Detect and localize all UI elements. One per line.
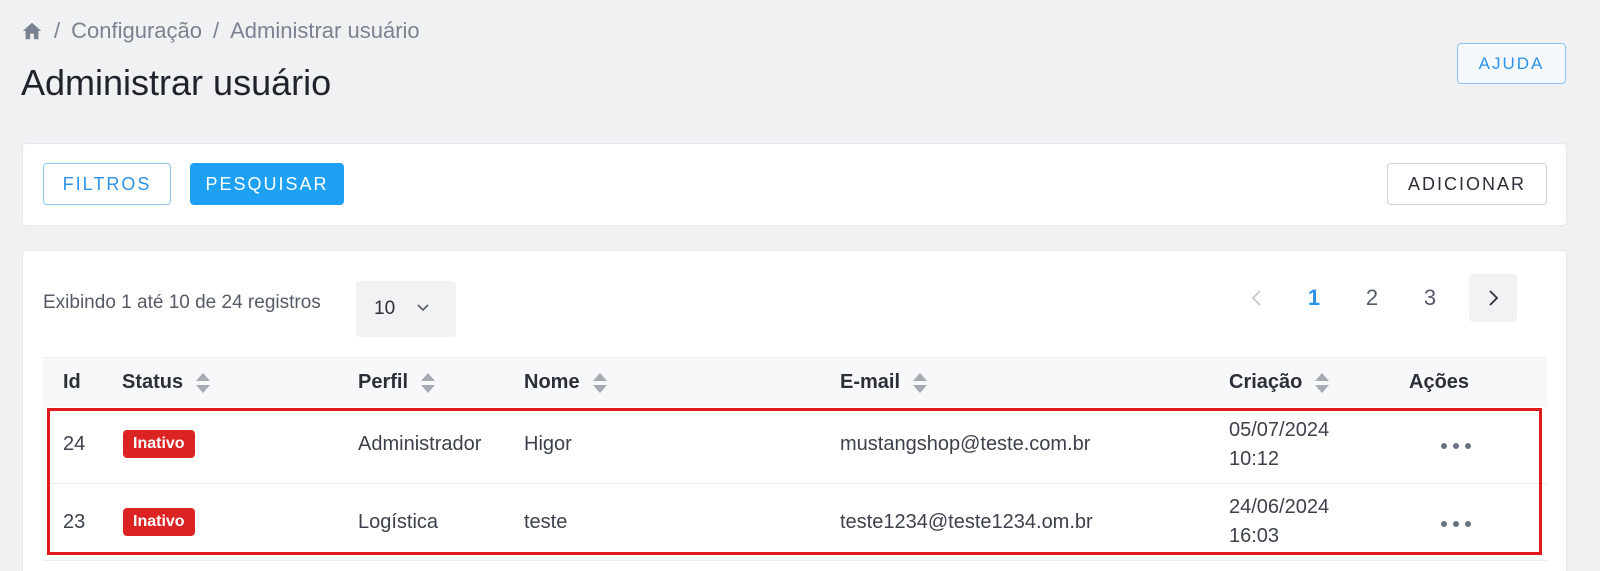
table-row[interactable]: 24 Inativo Administrador Higor mustangsh…	[43, 407, 1547, 484]
home-icon[interactable]	[21, 20, 43, 42]
column-header-perfil[interactable]: Perfil	[358, 371, 436, 394]
column-header-nome[interactable]: Nome	[524, 371, 608, 394]
sort-icon[interactable]	[195, 372, 211, 394]
page-size-value: 10	[374, 298, 396, 319]
prev-page-button[interactable]	[1233, 274, 1281, 322]
breadcrumb-configuracao-link[interactable]: Configuração	[71, 18, 202, 44]
breadcrumb-current: Administrar usuário	[230, 18, 420, 43]
breadcrumb-separator: /	[54, 18, 61, 43]
search-button[interactable]: PESQUISAR	[190, 163, 344, 205]
column-label: E-mail	[840, 371, 901, 393]
next-page-button[interactable]	[1469, 274, 1517, 322]
column-header-criacao[interactable]: Criação	[1229, 371, 1330, 394]
table-row[interactable]: 23 Inativo Logística teste teste1234@tes…	[43, 484, 1547, 561]
chevron-left-icon	[1251, 290, 1261, 306]
cell-email: mustangshop@teste.com.br	[840, 433, 1091, 455]
page-2-button[interactable]: 2	[1348, 274, 1396, 322]
chevron-right-icon	[1489, 290, 1499, 306]
row-actions-menu[interactable]	[1441, 436, 1471, 456]
sort-icon[interactable]	[592, 372, 608, 394]
column-header-email[interactable]: E-mail	[840, 371, 928, 394]
page-3-button[interactable]: 3	[1406, 274, 1454, 322]
filters-button[interactable]: FILTROS	[43, 163, 171, 205]
toolbar-card: FILTROS PESQUISAR ADICIONAR	[22, 143, 1567, 226]
cell-criacao-date: 05/07/2024	[1229, 419, 1330, 441]
sort-icon[interactable]	[420, 372, 436, 394]
cell-perfil: Administrador	[358, 433, 482, 455]
cell-perfil: Logística	[358, 511, 439, 533]
table-header: Id Status Perfil Nome E-mail Criação Açõ…	[43, 357, 1547, 407]
help-button[interactable]: AJUDA	[1457, 43, 1566, 84]
cell-criacao-time: 10:12	[1229, 448, 1280, 470]
sort-icon[interactable]	[912, 372, 928, 394]
column-header-acoes: Ações	[1409, 371, 1469, 394]
cell-id: 23	[63, 511, 86, 533]
records-info: Exibindo 1 até 10 de 24 registros	[43, 292, 321, 313]
status-badge: Inativo	[123, 508, 195, 536]
column-label: Nome	[524, 371, 580, 393]
sort-icon[interactable]	[1314, 372, 1330, 394]
column-label: Perfil	[358, 371, 409, 393]
page-size-select[interactable]: 10	[356, 281, 456, 337]
column-label: Criação	[1229, 371, 1303, 393]
cell-nome: teste	[524, 511, 568, 533]
column-label: Status	[122, 371, 184, 393]
breadcrumb: / Configuração / Administrar usuário	[21, 18, 420, 44]
column-label: Id	[63, 371, 81, 393]
status-badge: Inativo	[123, 430, 195, 458]
column-label: Ações	[1409, 371, 1470, 393]
column-header-id: Id	[63, 371, 81, 394]
column-header-status[interactable]: Status	[122, 371, 211, 394]
cell-criacao-date: 24/06/2024	[1229, 496, 1330, 518]
chevron-down-icon	[417, 304, 429, 312]
cell-email: teste1234@teste1234.om.br	[840, 511, 1093, 533]
page-title: Administrar usuário	[21, 62, 332, 103]
add-button[interactable]: ADICIONAR	[1387, 163, 1547, 205]
page-1-button[interactable]: 1	[1290, 274, 1338, 322]
row-actions-menu[interactable]	[1441, 514, 1471, 534]
users-table-card: Exibindo 1 até 10 de 24 registros 10 1 2…	[22, 250, 1567, 571]
cell-nome: Higor	[524, 433, 572, 455]
cell-id: 24	[63, 433, 86, 455]
cell-criacao-time: 16:03	[1229, 525, 1280, 547]
breadcrumb-separator: /	[213, 18, 220, 43]
